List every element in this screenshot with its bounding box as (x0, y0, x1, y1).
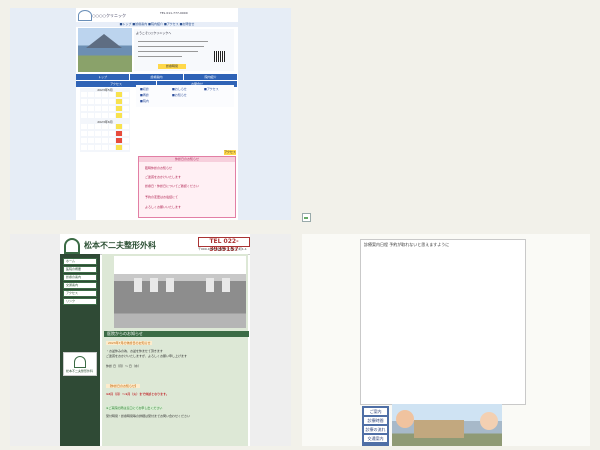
clinic-logo-icon (78, 10, 92, 21)
screenshot-thumbnail-3[interactable]: 診療案内日程 予約が取れないと思えますように ご案内 診療時間 診療の流れ 交通… (302, 234, 590, 446)
news-line: 12月（月）〜1月（火）まで休診となります。 (106, 392, 169, 396)
clinic-building-photo (114, 256, 246, 328)
person-photo-icon (480, 412, 498, 430)
frame-title: 診療案内日程 予約が取れないと思えますように (364, 242, 450, 247)
nav-item[interactable]: トップ (76, 74, 130, 80)
news-line: ※ご来院の際は窓口にてお申し出ください (106, 406, 163, 410)
notice-box: 休診日のお知らせ 臨時休診のお知らせ ご迷惑をおかけいたします 診療日・休診日に… (138, 156, 236, 218)
top-menu[interactable]: ■トップ ■診療案内 ■院内紹介 ■アクセス ■お問合せ (76, 22, 238, 27)
text-line (138, 51, 198, 52)
news-line: ご迷惑をおかけいたしますが、よろしくお願い申し上げます (106, 354, 187, 358)
calendar-grid (80, 92, 130, 120)
news-line: 【休診日のお知らせ】 (106, 384, 140, 388)
link[interactable]: ■院内 (140, 99, 149, 103)
roof-shape (86, 34, 122, 48)
news-line: ・お盆休みの為、お盆を休ませて頂きます (106, 349, 163, 353)
window-shape (166, 278, 174, 292)
broken-image-icon (302, 213, 311, 222)
sidebar: ご案内 診療時間 診療の流れ 交通案内 (362, 406, 389, 446)
sidebar-item[interactable]: 診療の流れ (364, 426, 387, 433)
notice-line: 臨時休診のお知らせ (145, 166, 172, 170)
window-shape (150, 278, 158, 292)
access-button[interactable]: アクセス (224, 150, 236, 155)
clinic-name: 松本不二夫整形外科 (84, 241, 156, 250)
phone-number: TEL 011-777-0000 (160, 11, 188, 15)
badge-text: 松本不二夫整形外科 (66, 369, 94, 373)
clinic-badge: 松本不二夫整形外科 (63, 352, 97, 376)
clinic-logo-icon (64, 238, 80, 254)
notice-line: ご迷惑をおかけいたします (145, 175, 182, 179)
text-line (138, 41, 208, 42)
notice-line: 診療日・休診日についてご確認ください (145, 184, 199, 188)
clinic-page-1: ○○○○クリニック TEL 011-777-0000 ■トップ ■診療案内 ■院… (76, 8, 238, 220)
window-shape (134, 278, 142, 292)
person-photo-icon (396, 410, 414, 428)
notice-title: 休診日のお知らせ (139, 157, 235, 162)
sidebar-item[interactable]: 交通案内 (63, 282, 97, 289)
links-box: ■初診 ■再診 ■院内 ■おしらせ ■お知らせ ■アクセス (136, 85, 234, 107)
window-shape (206, 278, 214, 292)
sidebar-item[interactable]: ご案内 (364, 408, 387, 415)
sidebar-item[interactable]: 交通案内 (364, 435, 387, 442)
link[interactable]: ■初診 (140, 87, 149, 91)
header: ○○○○クリニック TEL 011-777-0000 (76, 8, 238, 21)
text-line (138, 46, 204, 47)
window-shape (222, 278, 230, 292)
nav-bar-1: トップ 診療案内 院内紹介 (76, 74, 238, 80)
phone-number: TEL 022-3939157 (198, 237, 250, 253)
hours-button[interactable]: 診療時間 (158, 64, 186, 69)
link[interactable]: ■アクセス (204, 87, 219, 91)
link[interactable]: ■お知らせ (172, 93, 187, 97)
sidebar: ホーム 医院の概要 診療の案内 交通案内 アクセス リンク 松本不二夫整形外科 (60, 254, 100, 446)
news-line: 2023年7月の休診日のお知らせ (106, 341, 153, 345)
text-line (138, 56, 182, 57)
nav-item[interactable]: 診療案内 (130, 74, 184, 80)
link[interactable]: ■おしらせ (172, 87, 187, 91)
screenshot-thumbnail-2[interactable]: 松本不二夫整形外科 TEL 022-3939157 〒000-0000 仙台市○… (10, 234, 291, 446)
header: 松本不二夫整形外科 TEL 022-3939157 〒000-0000 仙台市○… (60, 234, 250, 255)
address: 〒000-0000 仙台市○○区○○町1-1 (198, 247, 247, 251)
news-line: 休診 日（月）〜 日（水） (106, 364, 141, 368)
link[interactable]: ■再診 (140, 93, 149, 97)
sidebar-item[interactable]: 診療の案内 (63, 274, 97, 281)
sidebar-item[interactable]: アクセス (63, 290, 97, 297)
clinic-page-2: 松本不二夫整形外科 TEL 022-3939157 〒000-0000 仙台市○… (60, 234, 250, 446)
hospital-building-shape (414, 420, 464, 438)
notice-line: 予約の変更はお電話にて (145, 195, 179, 199)
news-title: 医院からのお知らせ (104, 331, 249, 337)
screenshot-thumbnail-1[interactable]: ○○○○クリニック TEL 011-777-0000 ■トップ ■診療案内 ■院… (10, 8, 291, 220)
calendar-june: 2023年6月 (80, 120, 130, 152)
main-content: 医院からのお知らせ 2023年7月の休診日のお知らせ ・お盆休みの為、お盆を休ま… (102, 254, 249, 446)
sidebar-item[interactable]: リンク (63, 298, 97, 305)
sidebar-item[interactable]: 診療時間 (364, 417, 387, 424)
news-line: 受付時間・診療時間等の詳細は受付までお問い合わせください (106, 414, 191, 418)
hospital-photo-banner (392, 404, 502, 446)
badge-logo-icon (74, 356, 86, 368)
calendar-may: 2023年5月 (80, 88, 130, 120)
sidebar-item[interactable]: ホーム (63, 258, 97, 265)
sidebar-item[interactable]: 医院の概要 (63, 266, 97, 273)
content-frame: 診療案内日程 予約が取れないと思えますように (360, 239, 526, 405)
notice-line: よろしくお願いいたします (145, 205, 182, 209)
qr-code-icon (214, 51, 225, 62)
nav-item[interactable]: 院内紹介 (184, 74, 238, 80)
calendar-grid (80, 124, 130, 152)
clinic-name: ○○○○クリニック (92, 13, 126, 18)
intro-title: ようこそ○○クリニックへ (136, 31, 172, 35)
